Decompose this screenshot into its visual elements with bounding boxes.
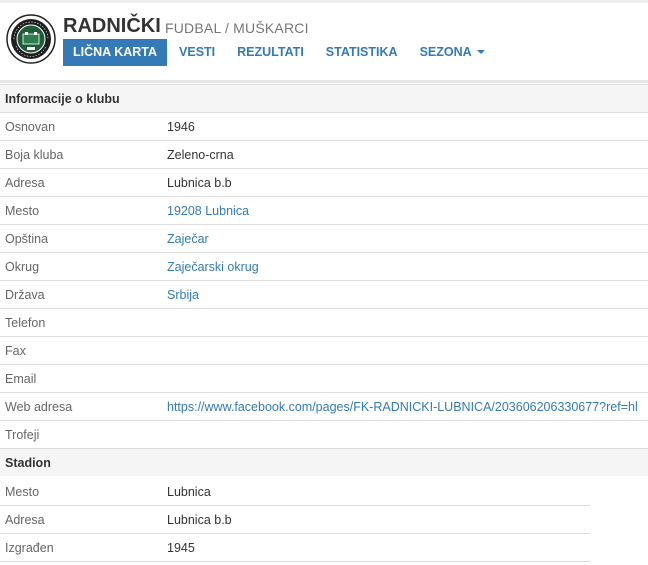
table-row: Boja kluba Zeleno-crna <box>0 140 648 169</box>
tab-licna-karta[interactable]: LIČNA KARTA <box>63 39 168 66</box>
row-label: Adresa <box>0 168 162 197</box>
table-row: Mesto Lubnica <box>0 478 590 506</box>
table-row: Adresa Lubnica b.b <box>0 168 648 197</box>
row-value <box>162 336 648 365</box>
row-label: Izgrađen <box>0 533 162 562</box>
header-divider <box>0 80 648 83</box>
table-row: Osnovan 1946 <box>0 112 648 141</box>
row-label: Okrug <box>0 252 162 281</box>
web-address-link[interactable]: https://www.facebook.com/pages/FK-RADNIC… <box>167 400 638 414</box>
tab-label: STATISTIKA <box>325 45 398 59</box>
table-row: Opština Zaječar <box>0 224 648 253</box>
club-info-table: Informacije o klubu Osnovan 1946 Boja kl… <box>0 84 648 476</box>
opstina-link[interactable]: Zaječar <box>167 232 209 246</box>
tab-label: SEZONA <box>419 45 472 59</box>
okrug-link[interactable]: Zaječarski okrug <box>167 260 259 274</box>
table-row: Izgrađen 1945 <box>0 533 590 562</box>
tab-label: LIČNA KARTA <box>73 45 158 59</box>
row-label: Email <box>0 364 162 393</box>
club-crest-icon <box>6 14 56 64</box>
row-value-cell: Zaječar <box>162 224 648 253</box>
tab-statistika[interactable]: STATISTIKA <box>316 39 408 66</box>
tab-rezultati[interactable]: REZULTATI <box>227 39 314 66</box>
table-row: Web adresa https://www.facebook.com/page… <box>0 392 648 421</box>
row-value <box>162 308 648 337</box>
table-row: Fax <box>0 336 648 365</box>
section-title-stadion: Stadion <box>0 448 648 476</box>
row-value: 1946 <box>162 112 648 141</box>
row-value-cell: 19208 Lubnica <box>162 196 648 225</box>
mesto-link[interactable]: 19208 Lubnica <box>167 204 249 218</box>
club-nav: LIČNA KARTA VESTI REZULTATI STATISTIKA S… <box>63 39 497 66</box>
section-header: Informacije o klubu <box>0 84 648 113</box>
row-label: Mesto <box>0 478 162 506</box>
row-label: Opština <box>0 224 162 253</box>
row-value-cell: Zaječarski okrug <box>162 252 648 281</box>
row-value: Zeleno-crna <box>162 140 648 169</box>
row-value: 1945 <box>162 533 590 562</box>
row-label: Osnovan <box>0 112 162 141</box>
section-title-info: Informacije o klubu <box>0 84 648 113</box>
table-row: Mesto 19208 Lubnica <box>0 196 648 225</box>
row-label: Telefon <box>0 308 162 337</box>
row-label: Mesto <box>0 196 162 225</box>
row-value: Lubnica b.b <box>162 168 648 197</box>
row-value: Lubnica b.b <box>162 505 590 534</box>
section-header: Stadion <box>0 448 648 476</box>
row-value: Lubnica <box>162 478 590 506</box>
row-value-cell: https://www.facebook.com/pages/FK-RADNIC… <box>162 392 648 421</box>
club-header: RADNIČKI FUDBAL / MUŠKARCI LIČNA KARTA V… <box>0 3 648 79</box>
row-label: Država <box>0 280 162 309</box>
table-row: Trofeji <box>0 420 648 449</box>
tab-vesti[interactable]: VESTI <box>169 39 225 66</box>
table-row: Država Srbija <box>0 280 648 309</box>
row-label: Web adresa <box>0 392 162 421</box>
tab-label: REZULTATI <box>237 45 304 59</box>
table-row: Adresa Lubnica b.b <box>0 505 590 534</box>
drzava-link[interactable]: Srbija <box>167 288 199 302</box>
caret-down-icon <box>476 50 485 54</box>
tab-sezona-dropdown[interactable]: SEZONA <box>410 39 495 66</box>
stadion-table: Mesto Lubnica Adresa Lubnica b.b Izgrađe… <box>0 478 590 562</box>
row-label: Boja kluba <box>0 140 162 169</box>
table-row: Telefon <box>0 308 648 337</box>
row-value-cell: Srbija <box>162 280 648 309</box>
club-subtitle: FUDBAL / MUŠKARCI <box>165 20 309 36</box>
row-label: Trofeji <box>0 420 162 449</box>
tab-label: VESTI <box>179 45 216 59</box>
table-row: Email <box>0 364 648 393</box>
table-row: Okrug Zaječarski okrug <box>0 252 648 281</box>
row-value <box>162 364 648 393</box>
row-label: Fax <box>0 336 162 365</box>
row-label: Adresa <box>0 505 162 534</box>
club-name: RADNIČKI <box>63 15 161 37</box>
row-value <box>162 420 648 449</box>
